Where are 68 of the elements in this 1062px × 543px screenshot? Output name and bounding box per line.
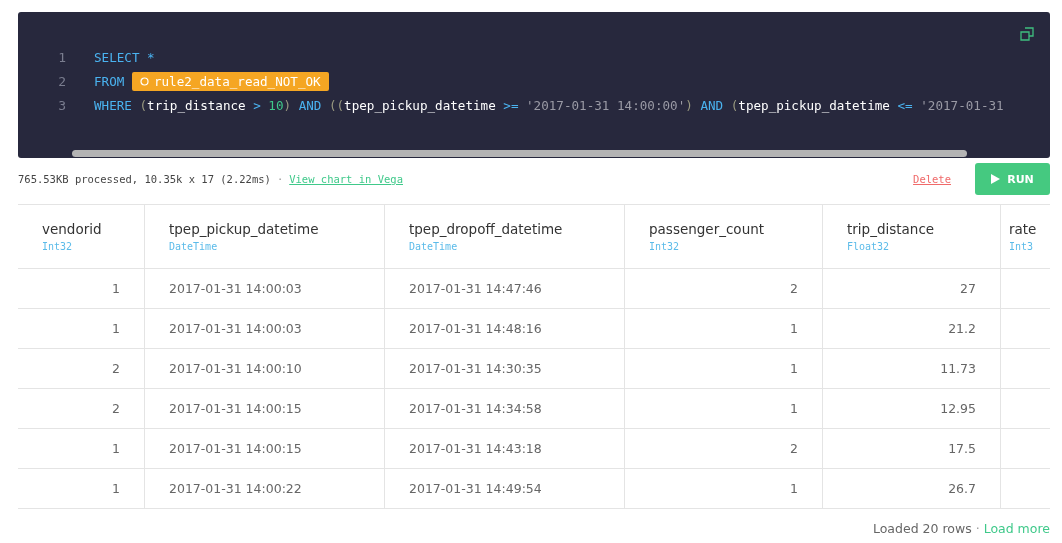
table-cell: 1 [112, 321, 120, 336]
code-token: AND [700, 97, 724, 113]
code-token: FROM [94, 73, 125, 89]
play-icon [991, 174, 1001, 184]
table-cell: 2017-01-31 14:00:22 [169, 481, 302, 496]
column-header[interactable]: passenger_count Int32 [625, 205, 823, 268]
line-number: 1 [57, 49, 66, 65]
table-cell: 26.7 [948, 481, 976, 496]
table-cell: 27 [960, 281, 976, 296]
table-cell: 2017-01-31 14:30:35 [409, 361, 542, 376]
table-cell: 2017-01-31 14:00:03 [169, 321, 302, 336]
column-header[interactable]: vendorid Int32 [18, 205, 145, 268]
column-header[interactable]: tpep_dropoff_datetime DateTime [385, 205, 625, 268]
table-cell: 2017-01-31 14:43:18 [409, 441, 542, 456]
line-number: 3 [57, 97, 66, 113]
code-token: '2017-01-31 [920, 97, 1004, 113]
copy-icon[interactable] [1020, 27, 1034, 41]
line-number: 2 [57, 73, 66, 89]
table-cell: 2017-01-31 14:49:54 [409, 481, 542, 496]
code-token: > [253, 97, 261, 113]
column-header[interactable]: rate Int3 [1001, 205, 1050, 268]
separator: · [276, 173, 284, 185]
table-cell: 2 [790, 281, 798, 296]
table-cell: 2017-01-31 14:00:10 [169, 361, 302, 376]
scrollbar[interactable] [72, 150, 967, 157]
column-header[interactable]: tpep_pickup_datetime DateTime [145, 205, 385, 268]
code-token: ( [730, 97, 739, 113]
table-cell: 2 [112, 401, 120, 416]
code-token: ) [685, 97, 693, 113]
code-token: tpep_pickup_datetime [344, 97, 496, 113]
code-token: ) [283, 97, 292, 113]
table-cell: 1 [790, 361, 798, 376]
code-token: tpep_pickup_datetime [738, 97, 890, 113]
table-cell: 2017-01-31 14:00:03 [169, 281, 302, 296]
table-cell: 1 [112, 481, 120, 496]
code-token: '2017-01-31 14:00:00' [526, 97, 686, 113]
table-cell: 2017-01-31 14:47:46 [409, 281, 542, 296]
table-cell: 2017-01-31 14:34:58 [409, 401, 542, 416]
code-token: * [147, 49, 155, 65]
table-cell: 2017-01-31 14:00:15 [169, 441, 302, 456]
table-cell: 2 [112, 361, 120, 376]
separator: · [975, 521, 980, 536]
table-cell: 1 [112, 441, 120, 456]
code-token: >= [503, 97, 519, 113]
code-token: <= [897, 97, 913, 113]
table-cell: 11.73 [940, 361, 976, 376]
table-cell: 1 [790, 481, 798, 496]
table-cell: 2017-01-31 14:48:16 [409, 321, 542, 336]
query-stats: 765.53KB processed, 10.35k x 17 (2.22ms) [18, 173, 271, 185]
code-token: WHERE [94, 97, 132, 113]
sql-editor[interactable]: 1 SELECT * 2 FROM rule2_data_read_NOT_OK 3 WHERE (trip_distance > 10) AND ((tpep_pickup_datetime >= '2017-01-31 14:00:00') AND (tpep_pickup_datetime <= '2017-01-31 [18, 12, 1050, 158]
code-token: trip_distance [147, 97, 246, 113]
column-header[interactable]: trip_distance Float32 [823, 205, 1001, 268]
code-token: ( [139, 97, 148, 113]
code-token: SELECT [94, 49, 140, 65]
table-cell: 2017-01-31 14:00:15 [169, 401, 302, 416]
rows-loaded: Loaded 20 rows [872, 521, 972, 536]
table-cell: 1 [112, 281, 120, 296]
code-token: AND [298, 97, 322, 113]
table-cell: 17.5 [948, 441, 976, 456]
table-cell: 12.95 [940, 401, 976, 416]
circle-icon [139, 76, 149, 86]
table-cell: 21.2 [948, 321, 976, 336]
code-token: 10 [268, 97, 284, 113]
table-cell: 1 [790, 321, 798, 336]
code-token: (( [328, 97, 345, 113]
table-cell: 1 [790, 401, 798, 416]
table-cell: 2 [790, 441, 798, 456]
